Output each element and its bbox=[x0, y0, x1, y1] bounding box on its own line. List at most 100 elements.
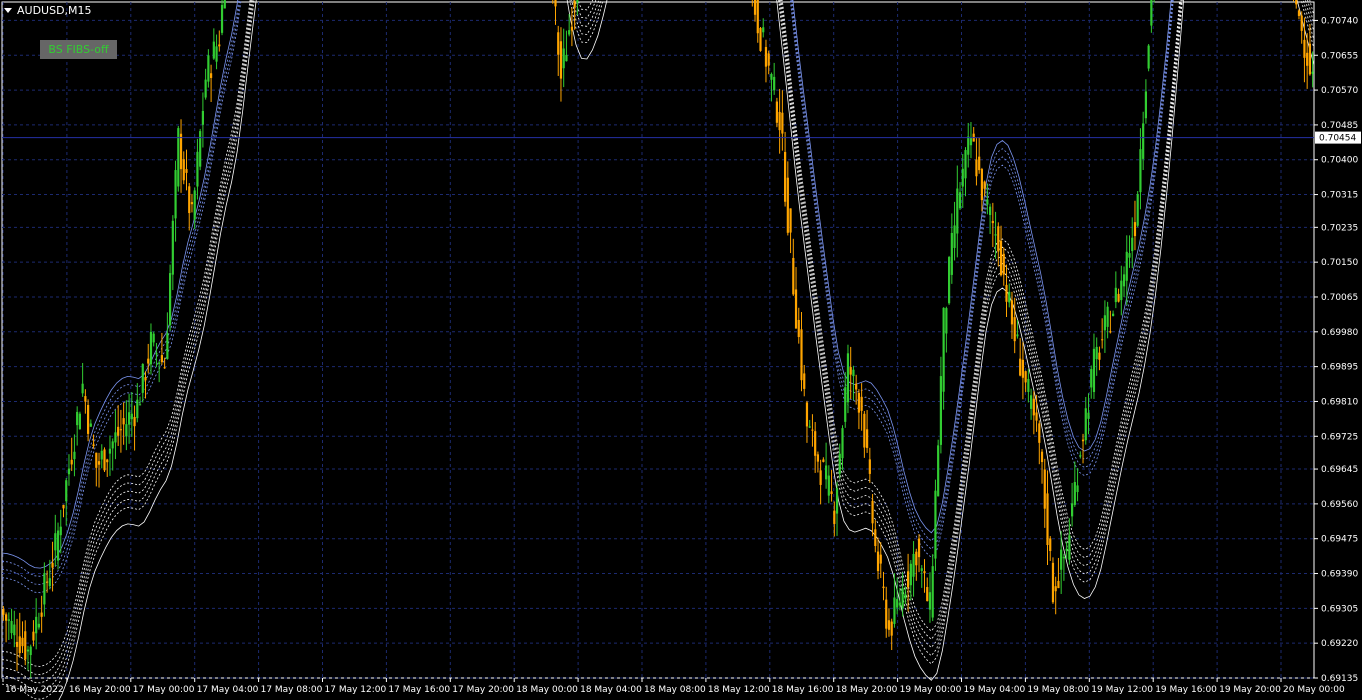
bear-candle bbox=[1308, 43, 1311, 75]
bear-candle bbox=[70, 459, 73, 465]
bull-candle bbox=[81, 383, 84, 394]
bull-candle bbox=[808, 426, 811, 428]
bull-candle bbox=[220, 4, 224, 33]
bull-candle bbox=[1125, 251, 1128, 281]
bull-candle bbox=[945, 308, 948, 334]
bear-candle bbox=[51, 562, 54, 568]
bear-candle bbox=[767, 53, 770, 66]
y-tick-label: 0.70065 bbox=[1321, 293, 1358, 303]
chart-window[interactable]: 0.70740 0.70655 0.70570 0.70485 0.70400 0.703… bbox=[0, 0, 1362, 700]
bull-candle bbox=[893, 597, 896, 624]
bull-candle bbox=[149, 331, 153, 365]
bear-candle bbox=[1002, 253, 1005, 275]
bull-candle bbox=[158, 362, 161, 364]
x-tick-label: 17 May 04:00 bbox=[197, 685, 259, 695]
bull-candle bbox=[1128, 253, 1131, 258]
bear-candle bbox=[15, 641, 19, 647]
bull-candle bbox=[207, 55, 210, 82]
bear-candle bbox=[1019, 358, 1022, 376]
bear-candle bbox=[860, 396, 863, 411]
fibs-toggle-button[interactable]: BS FIBS-off bbox=[40, 40, 117, 59]
bull-candle bbox=[846, 353, 850, 403]
bull-candle bbox=[994, 234, 997, 236]
y-tick-label: 0.69725 bbox=[1321, 432, 1358, 442]
bull-candle bbox=[59, 526, 62, 536]
bull-candle bbox=[1114, 287, 1117, 303]
bull-candle bbox=[223, 0, 226, 9]
bear-candle bbox=[814, 431, 817, 456]
bear-candle bbox=[980, 169, 983, 201]
bull-candle bbox=[1062, 556, 1065, 559]
x-tick-label: 17 May 12:00 bbox=[325, 685, 387, 695]
y-tick-label: 0.69220 bbox=[1321, 639, 1358, 649]
bull-candle bbox=[1122, 274, 1126, 287]
bull-candle bbox=[130, 413, 133, 420]
bull-candle bbox=[204, 79, 207, 98]
y-tick-label: 0.69305 bbox=[1321, 604, 1358, 614]
bull-candle bbox=[152, 333, 155, 343]
bear-candle bbox=[182, 159, 185, 181]
bull-candle bbox=[1030, 395, 1033, 409]
bull-candle bbox=[1087, 412, 1090, 419]
bear-candle bbox=[1054, 586, 1057, 592]
bear-candle bbox=[40, 612, 43, 617]
bull-candle bbox=[1144, 91, 1147, 119]
bull-candle bbox=[576, 0, 579, 3]
x-tick-label: 17 May 16:00 bbox=[388, 685, 450, 695]
bear-candle bbox=[833, 510, 836, 524]
bull-candle bbox=[169, 273, 172, 325]
bear-candle bbox=[800, 329, 803, 381]
bull-candle bbox=[29, 646, 32, 656]
bull-candle bbox=[56, 530, 60, 561]
bull-candle bbox=[1142, 123, 1145, 159]
bull-candle bbox=[1079, 455, 1082, 457]
bull-candle bbox=[961, 168, 964, 187]
bear-candle bbox=[855, 383, 858, 390]
bull-candle bbox=[7, 619, 10, 621]
bull-candle bbox=[10, 620, 13, 634]
bear-candle bbox=[907, 571, 910, 588]
bear-candle bbox=[975, 159, 978, 177]
bear-candle bbox=[1046, 493, 1049, 546]
bear-candle bbox=[559, 41, 563, 79]
bear-candle bbox=[62, 504, 65, 509]
plot-area[interactable] bbox=[1, 1, 1315, 679]
x-tick-label: 18 May 12:00 bbox=[708, 685, 770, 695]
bull-candle bbox=[108, 448, 112, 454]
bull-candle bbox=[1084, 408, 1087, 441]
bull-candle bbox=[138, 404, 142, 406]
bear-candle bbox=[84, 396, 87, 402]
bear-candle bbox=[18, 636, 21, 654]
bull-candle bbox=[956, 188, 959, 234]
bull-candle bbox=[1027, 378, 1030, 392]
y-tick-label: 0.69560 bbox=[1321, 500, 1358, 510]
y-tick-label: 0.69390 bbox=[1321, 570, 1358, 580]
bull-candle bbox=[125, 424, 128, 437]
bear-candle bbox=[753, 0, 757, 15]
bear-candle bbox=[179, 133, 183, 170]
bull-candle bbox=[54, 533, 57, 551]
dropdown-arrow-icon[interactable] bbox=[4, 7, 12, 13]
bear-candle bbox=[1021, 359, 1024, 378]
bear-candle bbox=[1032, 398, 1035, 416]
bull-candle bbox=[13, 624, 16, 636]
bull-candle bbox=[964, 150, 967, 179]
bear-candle bbox=[1010, 300, 1014, 325]
bear-candle bbox=[923, 571, 926, 574]
bear-candle bbox=[573, 0, 576, 8]
bull-candle bbox=[920, 568, 923, 571]
bear-candle bbox=[882, 586, 885, 589]
bear-candle bbox=[781, 112, 784, 134]
x-tick-label: 18 May 20:00 bbox=[836, 685, 898, 695]
bull-candle bbox=[37, 623, 40, 628]
y-tick-label: 0.69475 bbox=[1321, 535, 1358, 545]
price-chart[interactable]: 0.70740 0.70655 0.70570 0.70485 0.70400 0.703… bbox=[0, 0, 1362, 700]
x-tick-label: 18 May 08:00 bbox=[644, 685, 706, 695]
bear-candle bbox=[868, 459, 871, 474]
bull-candle bbox=[773, 76, 776, 91]
bull-candle bbox=[989, 206, 992, 215]
bull-candle bbox=[114, 432, 117, 443]
bear-candle bbox=[1038, 423, 1041, 443]
bull-candle bbox=[136, 399, 139, 419]
bear-candle bbox=[1101, 339, 1104, 341]
